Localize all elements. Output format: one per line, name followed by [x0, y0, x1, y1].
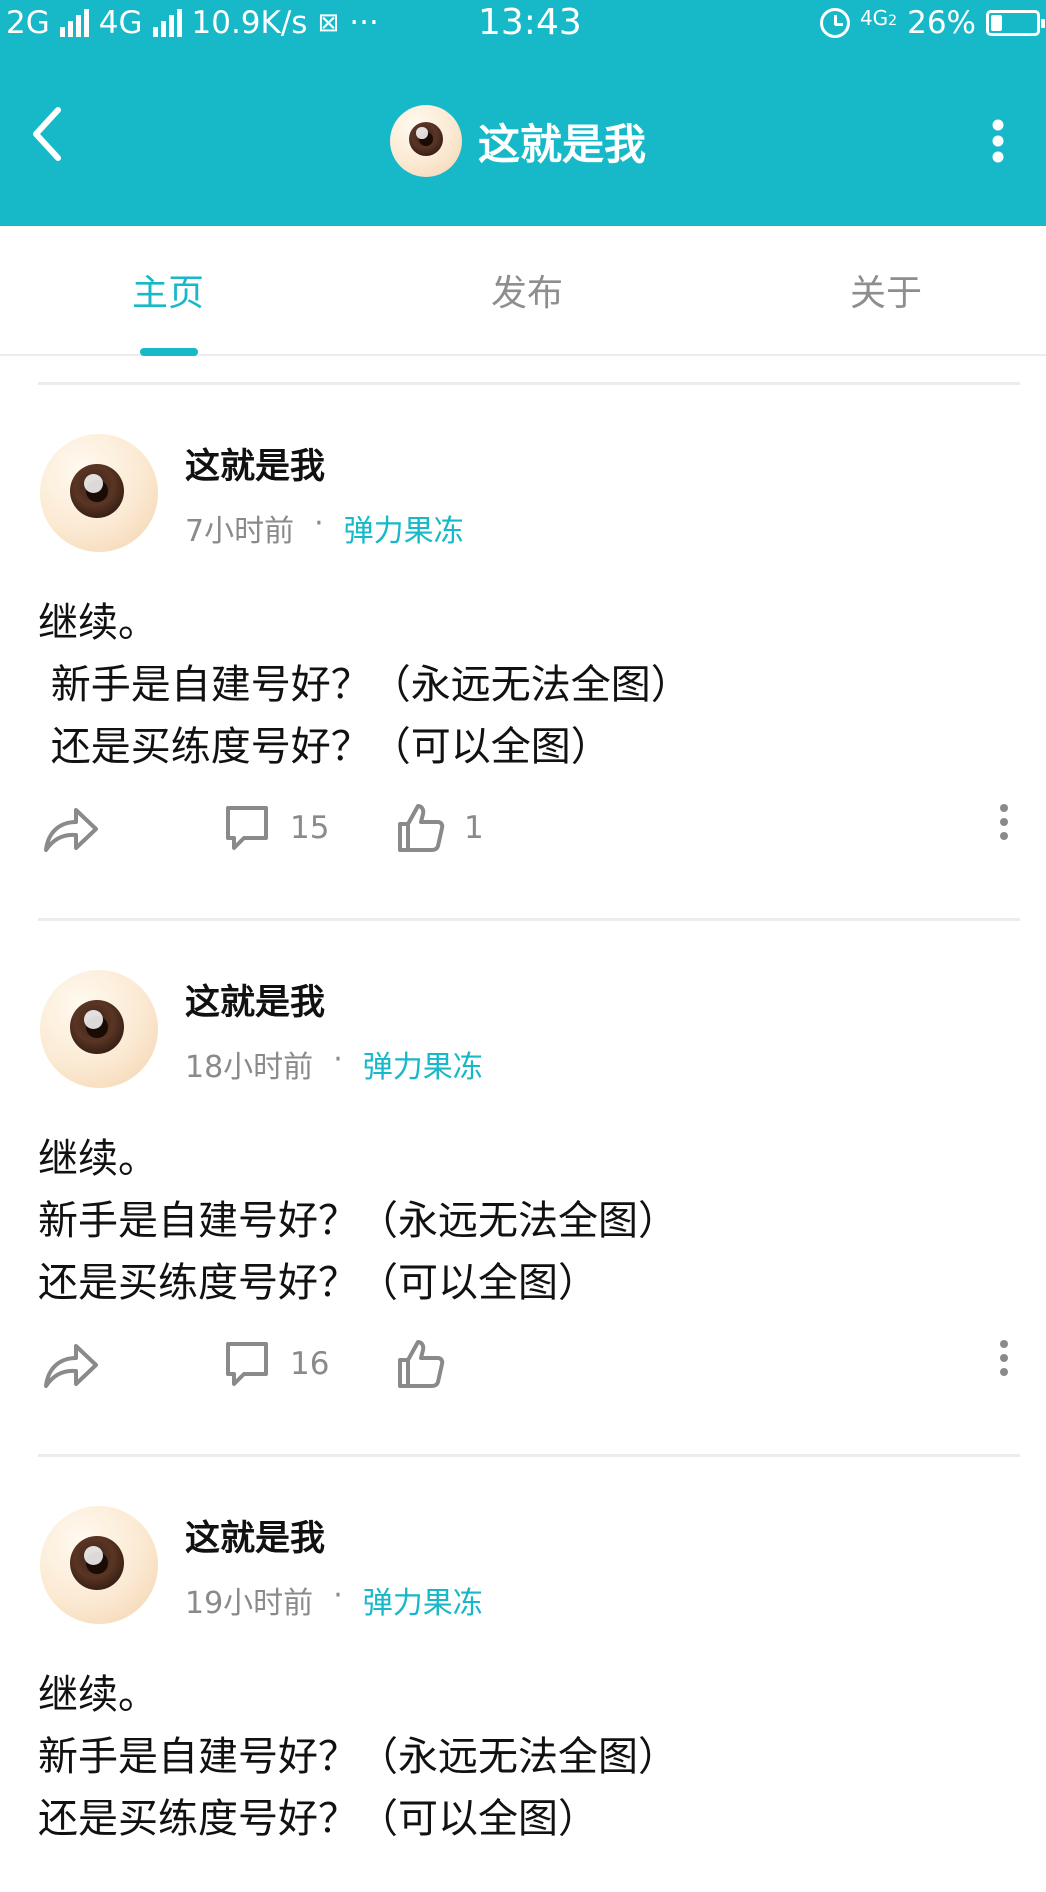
post-time: 18小时前 — [185, 1050, 314, 1085]
like-count: 1 — [464, 810, 484, 846]
post-time: 7小时前 — [185, 514, 295, 549]
like-button[interactable]: 1 — [396, 802, 484, 854]
comment-icon — [226, 806, 268, 850]
post-meta: 19小时前 · 弹力果冻 — [185, 1578, 483, 1622]
battery-percent: 26% — [907, 5, 976, 41]
network-label: 2G — [6, 5, 50, 41]
status-bar: 2G 4G 10.9K/s ⊠ ··· 13:43 4G2 26% — [0, 0, 1046, 46]
app-bar-title-group: 这就是我 — [390, 104, 646, 178]
more-vertical-icon — [992, 119, 1004, 163]
more-vertical-icon — [1000, 1340, 1008, 1376]
alarm-icon — [819, 8, 850, 38]
tab-about[interactable]: 关于 — [806, 264, 966, 316]
tab-bar: 主页 发布 关于 — [0, 226, 1046, 356]
comment-count: 15 — [290, 810, 330, 846]
app-bar: 这就是我 — [0, 46, 1046, 226]
post-tag[interactable]: 弹力果冻 — [363, 1578, 483, 1622]
post-author[interactable]: 这就是我 — [185, 974, 325, 1025]
clock: 13:43 — [478, 2, 582, 43]
thumbs-up-icon — [398, 804, 445, 852]
more-vertical-icon — [1000, 804, 1008, 840]
back-button[interactable] — [28, 104, 88, 174]
post-tag[interactable]: 弹力果冻 — [344, 506, 464, 550]
signal-icon — [152, 9, 182, 37]
divider — [38, 918, 1020, 921]
post-meta: 7小时前 · 弹力果冻 — [185, 506, 464, 550]
post-tag[interactable]: 弹力果冻 — [363, 1042, 483, 1086]
share-button[interactable] — [42, 1338, 100, 1390]
comment-button[interactable]: 16 — [222, 1338, 329, 1390]
post-meta: 18小时前 · 弹力果冻 — [185, 1042, 483, 1086]
status-left: 2G 4G 10.9K/s ⊠ ··· — [6, 5, 379, 41]
post-author[interactable]: 这就是我 — [185, 1510, 325, 1561]
divider — [38, 382, 1020, 385]
more-button[interactable] — [968, 106, 1028, 176]
tab-active-indicator — [140, 348, 198, 356]
meta-separator: · — [314, 506, 324, 541]
more-notifications: ··· — [349, 5, 379, 41]
post-time: 19小时前 — [185, 1586, 314, 1621]
post-body[interactable]: 继续。 新手是自建号好？（永远无法全图） 还是买练度号好？（可以全图） — [38, 592, 691, 778]
post-actions: 16 — [0, 1338, 1046, 1408]
signal-icon — [59, 9, 89, 37]
share-button[interactable] — [42, 802, 100, 854]
tab-home[interactable]: 主页 — [88, 264, 248, 316]
meta-separator: · — [333, 1042, 343, 1077]
post-author[interactable]: 这就是我 — [185, 438, 325, 489]
battery-icon — [986, 10, 1045, 36]
share-icon — [44, 1344, 98, 1388]
post-body[interactable]: 继续。 新手是自建号好？（永远无法全图） 还是买练度号好？（可以全图） — [38, 1664, 678, 1850]
post-body[interactable]: 继续。 新手是自建号好？（永远无法全图） 还是买练度号好？（可以全图） — [38, 1128, 678, 1314]
share-icon — [44, 808, 98, 852]
avatar[interactable] — [390, 105, 462, 177]
page-title: 这就是我 — [478, 119, 647, 169]
network-4g-icon: 4G2 — [859, 6, 898, 30]
meta-separator: · — [333, 1578, 343, 1613]
thumbs-up-icon — [398, 1340, 445, 1388]
comment-icon — [226, 1342, 268, 1386]
post-actions: 15 1 — [0, 802, 1046, 872]
avatar[interactable] — [40, 970, 158, 1088]
network-speed: 10.9K/s — [191, 5, 308, 41]
post-more-button[interactable] — [998, 802, 1010, 842]
status-right: 4G2 26% — [819, 5, 1045, 41]
like-button[interactable] — [396, 1338, 464, 1390]
post-more-button[interactable] — [998, 1338, 1010, 1378]
tab-publish[interactable]: 发布 — [447, 264, 607, 316]
network-label: 4G — [98, 5, 143, 41]
comment-count: 16 — [290, 1346, 330, 1382]
avatar[interactable] — [40, 434, 158, 552]
sim-icon: ⊠ — [317, 8, 340, 38]
avatar[interactable] — [40, 1506, 158, 1624]
comment-button[interactable]: 15 — [222, 802, 329, 854]
divider — [38, 1454, 1020, 1457]
chevron-left-icon — [33, 107, 61, 161]
